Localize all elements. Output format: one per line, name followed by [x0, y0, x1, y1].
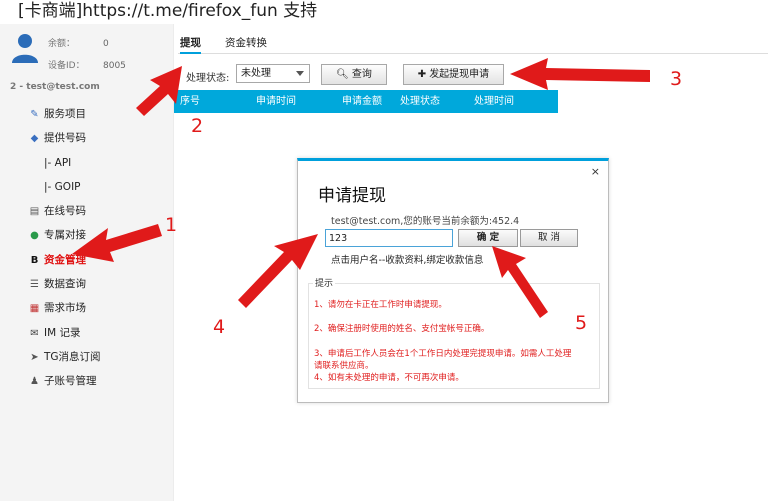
b-icon: B — [30, 254, 39, 266]
sidebar-item-label: IM 记录 — [44, 326, 81, 339]
user-account-line[interactable]: 2 - test@test.com — [10, 82, 100, 92]
device-value: 8005 — [103, 61, 126, 71]
sidebar: 余额： 0 设备ID： 8005 2 - test@test.com ✎ 服务项目 … — [0, 24, 174, 501]
column-header-amount[interactable]: 申请金额 — [342, 90, 382, 113]
tips-box: 提示 1、请勿在卡正在工作时申请提现。 2、确保注册时使用的姓名、支付宝帐号正确… — [308, 276, 600, 389]
tab-fund-transfer[interactable]: 资金转换 — [225, 34, 267, 54]
list-icon: ☰ — [30, 279, 39, 291]
sidebar-nav: ✎ 服务项目 ◆ 提供号码 |- API |- GOIP ▤ 在线号码 ● 专属… — [0, 102, 174, 394]
sidebar-item-market[interactable]: ▦ 需求市场 — [0, 296, 174, 320]
sidebar-item-label: 专属对接 — [44, 229, 86, 242]
device-row: 设备ID： 8005 — [48, 58, 126, 71]
tab-bar: 提现 资金转换 — [178, 34, 768, 54]
balance-info: test@test.com,您的账号当前余额为:452.4 — [331, 216, 520, 227]
sidebar-item-goip[interactable]: |- GOIP — [0, 175, 174, 199]
balance-value: 0 — [103, 39, 109, 49]
mail-icon: ✉ — [30, 327, 39, 339]
tips-title: 提示 — [313, 276, 336, 289]
sidebar-item-label: 需求市场 — [44, 302, 86, 315]
sidebar-item-label: |- API — [44, 156, 72, 169]
tip-item: 4、如有未处理的申请，不可再次申请。 — [314, 373, 464, 383]
window-title: [卡商端]https://t.me/firefox_fun 支持 — [18, 1, 318, 21]
users-icon: ♟ — [30, 376, 39, 388]
dialog-title: 申请提现 — [318, 186, 386, 206]
tip-item: 请联系供应商。 — [314, 361, 374, 371]
sidebar-item-label: 子账号管理 — [44, 375, 97, 388]
table-header: 序号 申请时间 申请金额 处理状态 处理时间 — [174, 90, 558, 113]
apply-withdraw-button[interactable]: ✚ 发起提现申请 — [403, 64, 504, 85]
sidebar-item-services[interactable]: ✎ 服务项目 — [0, 102, 174, 126]
tip-item: 2、确保注册时使用的姓名、支付宝帐号正确。 — [314, 324, 490, 334]
close-icon[interactable]: × — [591, 165, 600, 178]
device-label: 设备ID： — [48, 61, 85, 71]
sidebar-item-label: TG消息订阅 — [44, 350, 101, 363]
annotation-label-2: 2 — [191, 115, 204, 137]
sidebar-item-label: 提供号码 — [44, 132, 86, 145]
tab-withdraw[interactable]: 提现 — [180, 34, 201, 54]
chevron-down-icon — [296, 71, 304, 76]
status-filter-label: 处理状态: — [186, 73, 230, 84]
search-icon: 🔍︎ — [336, 69, 349, 80]
sidebar-item-numbers[interactable]: ◆ 提供号码 — [0, 126, 174, 150]
balance-label: 余额： — [48, 39, 76, 49]
query-button-label: 查询 — [351, 69, 372, 80]
link-icon: ● — [30, 230, 39, 242]
query-button[interactable]: 🔍︎ 查询 — [321, 64, 387, 85]
annotation-label-4: 4 — [213, 316, 226, 338]
amount-input[interactable] — [325, 229, 453, 247]
annotation-label-3: 3 — [670, 68, 683, 90]
tip-item: 1、请勿在卡正在工作时申请提现。 — [314, 300, 447, 310]
sidebar-item-subaccounts[interactable]: ♟ 子账号管理 — [0, 369, 174, 393]
telegram-icon: ➤ — [30, 351, 39, 363]
balance-row: 余额： 0 — [48, 36, 109, 49]
sidebar-item-label: 资金管理 — [44, 253, 86, 266]
annotation-label-1: 1 — [165, 214, 178, 236]
column-header-apply-time[interactable]: 申请时间 — [256, 90, 296, 113]
confirm-button[interactable]: 确 定 — [458, 229, 518, 247]
user-avatar-icon[interactable] — [11, 32, 39, 64]
wrench-icon: ✎ — [30, 109, 39, 120]
column-header-status[interactable]: 处理状态 — [400, 90, 440, 113]
sidebar-item-funds[interactable]: B 资金管理 — [0, 248, 174, 272]
plus-icon: ✚ — [417, 69, 427, 80]
sidebar-item-dedicated[interactable]: ● 专属对接 — [0, 223, 174, 247]
cancel-button[interactable]: 取 消 — [520, 229, 578, 247]
column-header-process-time[interactable]: 处理时间 — [474, 90, 514, 113]
apply-withdraw-label: 发起提现申请 — [429, 69, 490, 80]
status-select-value: 未处理 — [241, 68, 271, 79]
list-box-icon: ▤ — [29, 206, 40, 218]
withdraw-dialog: × 申请提现 test@test.com,您的账号当前余额为:452.4 确 定… — [297, 158, 609, 403]
sidebar-item-online-numbers[interactable]: ▤ 在线号码 — [0, 199, 174, 223]
sidebar-item-tg-subscribe[interactable]: ➤ TG消息订阅 — [0, 345, 174, 369]
sidebar-item-data-query[interactable]: ☰ 数据查询 — [0, 272, 174, 296]
tip-item: 3、申请后工作人员会在1个工作日内处理完提现申请。如需人工处理 — [314, 349, 572, 359]
sidebar-item-im-records[interactable]: ✉ IM 记录 — [0, 321, 174, 345]
sidebar-item-label: 在线号码 — [44, 205, 86, 218]
sidebar-item-api[interactable]: |- API — [0, 151, 174, 175]
sidebar-item-label: 数据查询 — [44, 278, 86, 291]
sidebar-item-label: |- GOIP — [44, 180, 81, 193]
bind-payment-hint[interactable]: 点击用户名--收款资料,绑定收款信息 — [331, 252, 483, 266]
annotation-label-5: 5 — [575, 312, 588, 334]
chart-icon: ▦ — [29, 303, 40, 315]
diamond-icon: ◆ — [30, 133, 39, 145]
sidebar-item-label: 服务项目 — [44, 108, 86, 120]
status-select[interactable]: 未处理 — [236, 64, 310, 83]
column-header-index[interactable]: 序号 — [180, 90, 200, 113]
